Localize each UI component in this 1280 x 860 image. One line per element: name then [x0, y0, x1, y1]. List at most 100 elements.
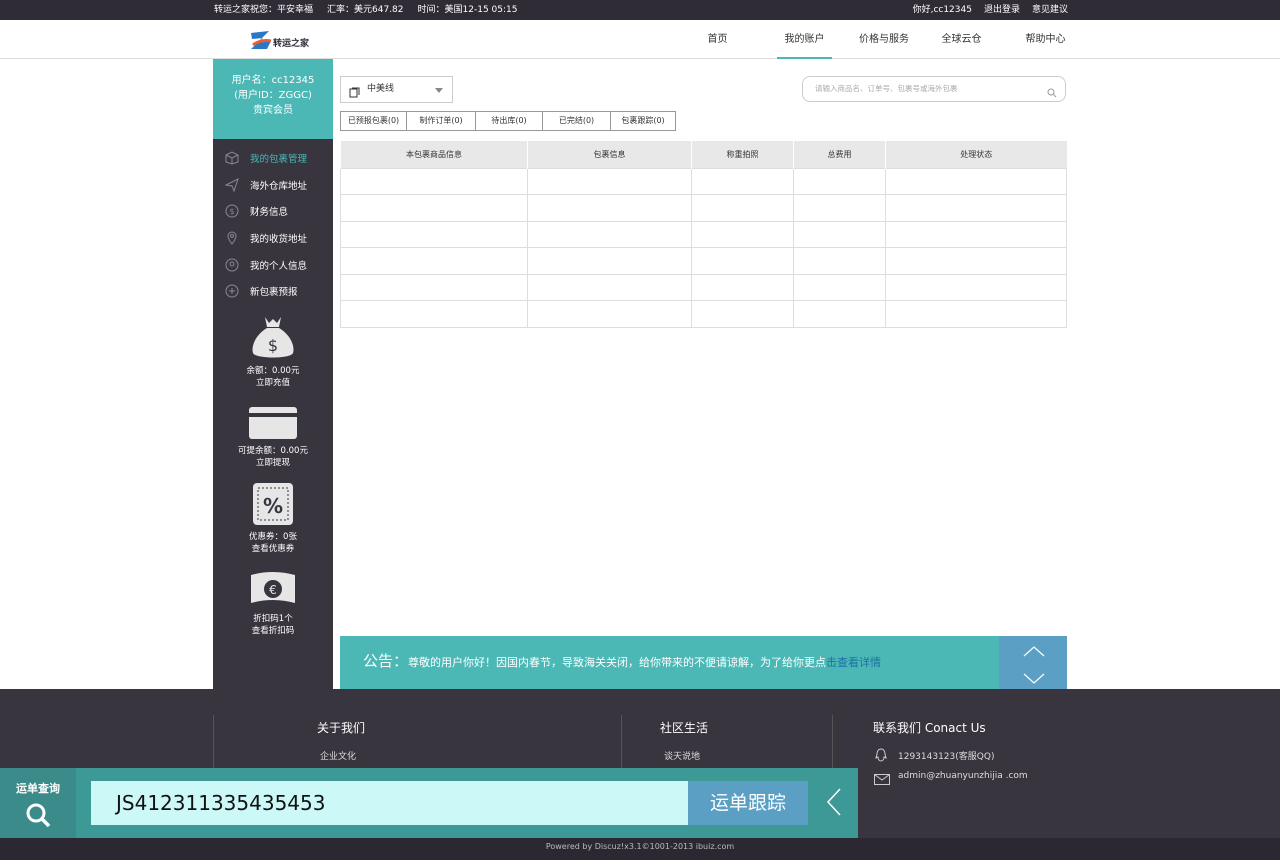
- withdrawable-amount: 可提余额：0.00元: [238, 445, 308, 456]
- user-info-box: 用户名：cc12345 (用户ID：ZGGC) 贵宾会员: [213, 59, 333, 139]
- svg-text:%: %: [263, 494, 283, 518]
- tracking-label: 运单查询: [16, 782, 60, 795]
- search-icon[interactable]: [1047, 84, 1057, 108]
- feedback-link[interactable]: 意见建议: [1032, 0, 1068, 20]
- qq-icon: [874, 747, 888, 766]
- table-row: [340, 194, 1067, 222]
- discount-count: 折扣码1个: [253, 613, 293, 624]
- sidebar-item-warehouse-address[interactable]: 海外仓库地址: [213, 172, 333, 199]
- document-icon: [349, 84, 360, 109]
- svg-text:$: $: [268, 336, 278, 355]
- packages-table: 本包裹商品信息 包裹信息 称重拍照 总费用 处理状态: [340, 141, 1067, 329]
- tracking-bar: 运单查询 JS412311335435453 运单跟踪: [0, 768, 858, 838]
- copyright: Powered by Discuz!x3.1©1001-2013 ibuiz.c…: [0, 838, 1280, 860]
- sidebar-item-personal-info[interactable]: 我的个人信息: [213, 251, 333, 278]
- card-icon: [249, 406, 297, 439]
- username: 用户名：cc12345: [231, 75, 315, 86]
- site-logo[interactable]: 转运之家: [249, 29, 309, 51]
- tab-make-order[interactable]: 制作订单(0): [406, 111, 476, 131]
- contact-title: 联系我们 Conact Us: [873, 721, 986, 735]
- coupon-icon: %: [253, 482, 293, 525]
- contact-email: admin@zhuanyunzhijia .com: [898, 771, 1028, 781]
- divider: [621, 715, 622, 775]
- divider: [213, 715, 214, 775]
- col-weigh-photo: 称重拍照: [691, 141, 794, 168]
- euro-bill-icon: €: [251, 571, 295, 603]
- chevron-down-icon: [435, 88, 443, 93]
- chevron-up-icon[interactable]: [1023, 642, 1045, 661]
- recharge-link[interactable]: 立即充值: [213, 377, 333, 389]
- time-display: 时间：美国12-15 05:15: [417, 5, 518, 15]
- sidebar-item-label: 我的收货地址: [250, 234, 308, 246]
- logout-link[interactable]: 退出登录: [984, 0, 1020, 20]
- tracking-number-input[interactable]: JS412311335435453: [91, 781, 688, 825]
- notice-detail-link[interactable]: 击查看详情: [826, 656, 881, 669]
- balance-amount: 余额：0.00元: [246, 365, 300, 376]
- collapse-arrow-icon[interactable]: [826, 788, 842, 820]
- mail-icon: [874, 770, 890, 789]
- tab-pending-out[interactable]: 待出库(0): [475, 111, 543, 131]
- nav-pricing[interactable]: 价格与服务: [854, 20, 914, 59]
- nav-global-warehouse[interactable]: 全球云仓: [934, 20, 989, 59]
- withdraw-link[interactable]: 立即提现: [213, 457, 333, 469]
- user-icon: [225, 258, 239, 272]
- sidebar-item-packages[interactable]: 我的包裹管理: [213, 145, 333, 172]
- nav-help-center[interactable]: 帮助中心: [1018, 20, 1073, 59]
- community-chat-link[interactable]: 谈天说地: [664, 749, 700, 762]
- main-content: 中美线 请输入商品名、订单号、包裹号或海外包裹 已预报包裹(0) 制作订单(0)…: [340, 59, 1067, 689]
- coupon-link[interactable]: 查看优惠券: [213, 543, 333, 555]
- sidebar-item-label: 我的包裹管理: [250, 154, 308, 166]
- box-icon: [225, 151, 239, 165]
- svg-text:€: €: [269, 583, 277, 597]
- nav-home[interactable]: 首页: [690, 20, 745, 59]
- coupon-widget: % 优惠券：0张 查看优惠券: [213, 481, 333, 555]
- tab-forecasted[interactable]: 已预报包裹(0): [340, 111, 407, 131]
- paper-plane-icon: [225, 177, 239, 192]
- top-bar: 转运之家祝您：平安幸福 汇率：美元647.82 时间：美国12-15 05:15…: [0, 0, 1280, 20]
- col-package-info: 包裹信息: [527, 141, 692, 168]
- discount-link[interactable]: 查看折扣码: [213, 625, 333, 637]
- table-row: [340, 220, 1067, 249]
- track-button[interactable]: 运单跟踪: [688, 781, 808, 825]
- tab-completed[interactable]: 已完结(0): [542, 111, 611, 131]
- sidebar-item-shipping-address[interactable]: 我的收货地址: [213, 225, 333, 252]
- user-greeting: 你好,cc12345: [912, 5, 972, 15]
- sidebar-item-label: 财务信息: [250, 207, 289, 219]
- table-row: [340, 273, 1067, 302]
- notice-scroll-controls: [999, 636, 1067, 689]
- table-row: [340, 247, 1067, 275]
- chevron-down-icon[interactable]: [1023, 670, 1045, 689]
- balance-widget: $ 余额：0.00元 立即充值: [213, 313, 333, 389]
- line-select[interactable]: 中美线: [340, 76, 453, 103]
- sidebar-item-new-forecast[interactable]: 新包裹预报: [213, 278, 333, 305]
- sidebar-item-label: 新包裹预报: [250, 287, 298, 299]
- status-tabs: 已预报包裹(0) 制作订单(0) 待出库(0) 已完结(0) 包裹跟踪(0): [340, 111, 676, 131]
- plus-circle-icon: [225, 284, 239, 298]
- withdraw-widget: 可提余额：0.00元 立即提现: [213, 405, 333, 469]
- tab-tracking[interactable]: 包裹跟踪(0): [610, 111, 676, 131]
- col-status: 处理状态: [885, 141, 1067, 168]
- table-row: [340, 167, 1067, 196]
- search-placeholder: 请输入商品名、订单号、包裹号或海外包裹: [815, 84, 958, 93]
- nav-my-account[interactable]: 我的账户: [777, 20, 832, 59]
- main-nav: 转运之家 首页 我的账户 价格与服务 全球云仓 帮助中心: [0, 20, 1280, 59]
- dollar-icon: $: [225, 204, 239, 218]
- sidebar-item-finance[interactable]: $ 财务信息: [213, 198, 333, 225]
- about-culture-link[interactable]: 企业文化: [320, 749, 356, 762]
- notice-banner: 公告：尊敬的用户你好！因国内春节，导致海关关闭，给你带来的不便请谅解，为了给你更…: [340, 636, 1067, 689]
- contact-qq: 1293143123(客服QQ): [898, 752, 995, 762]
- money-bag-icon: $: [252, 316, 294, 358]
- col-total-fee: 总费用: [793, 141, 886, 168]
- member-level: 贵宾会员: [253, 105, 293, 116]
- search-input[interactable]: 请输入商品名、订单号、包裹号或海外包裹: [802, 76, 1066, 102]
- col-goods-info: 本包裹商品信息: [340, 141, 528, 168]
- notice-label: 公告：: [363, 652, 409, 670]
- divider: [832, 715, 833, 775]
- logo-text: 转运之家: [273, 39, 310, 49]
- location-pin-icon: [225, 231, 239, 245]
- sidebar-item-label: 海外仓库地址: [250, 180, 308, 192]
- community-title: 社区生活: [660, 721, 709, 735]
- svg-text:$: $: [229, 207, 234, 216]
- notice-text: 尊敬的用户你好！因国内春节，导致海关关闭，给你带来的不便请谅解，为了给你更点: [408, 656, 827, 669]
- tracking-label-box: 运单查询: [0, 768, 76, 838]
